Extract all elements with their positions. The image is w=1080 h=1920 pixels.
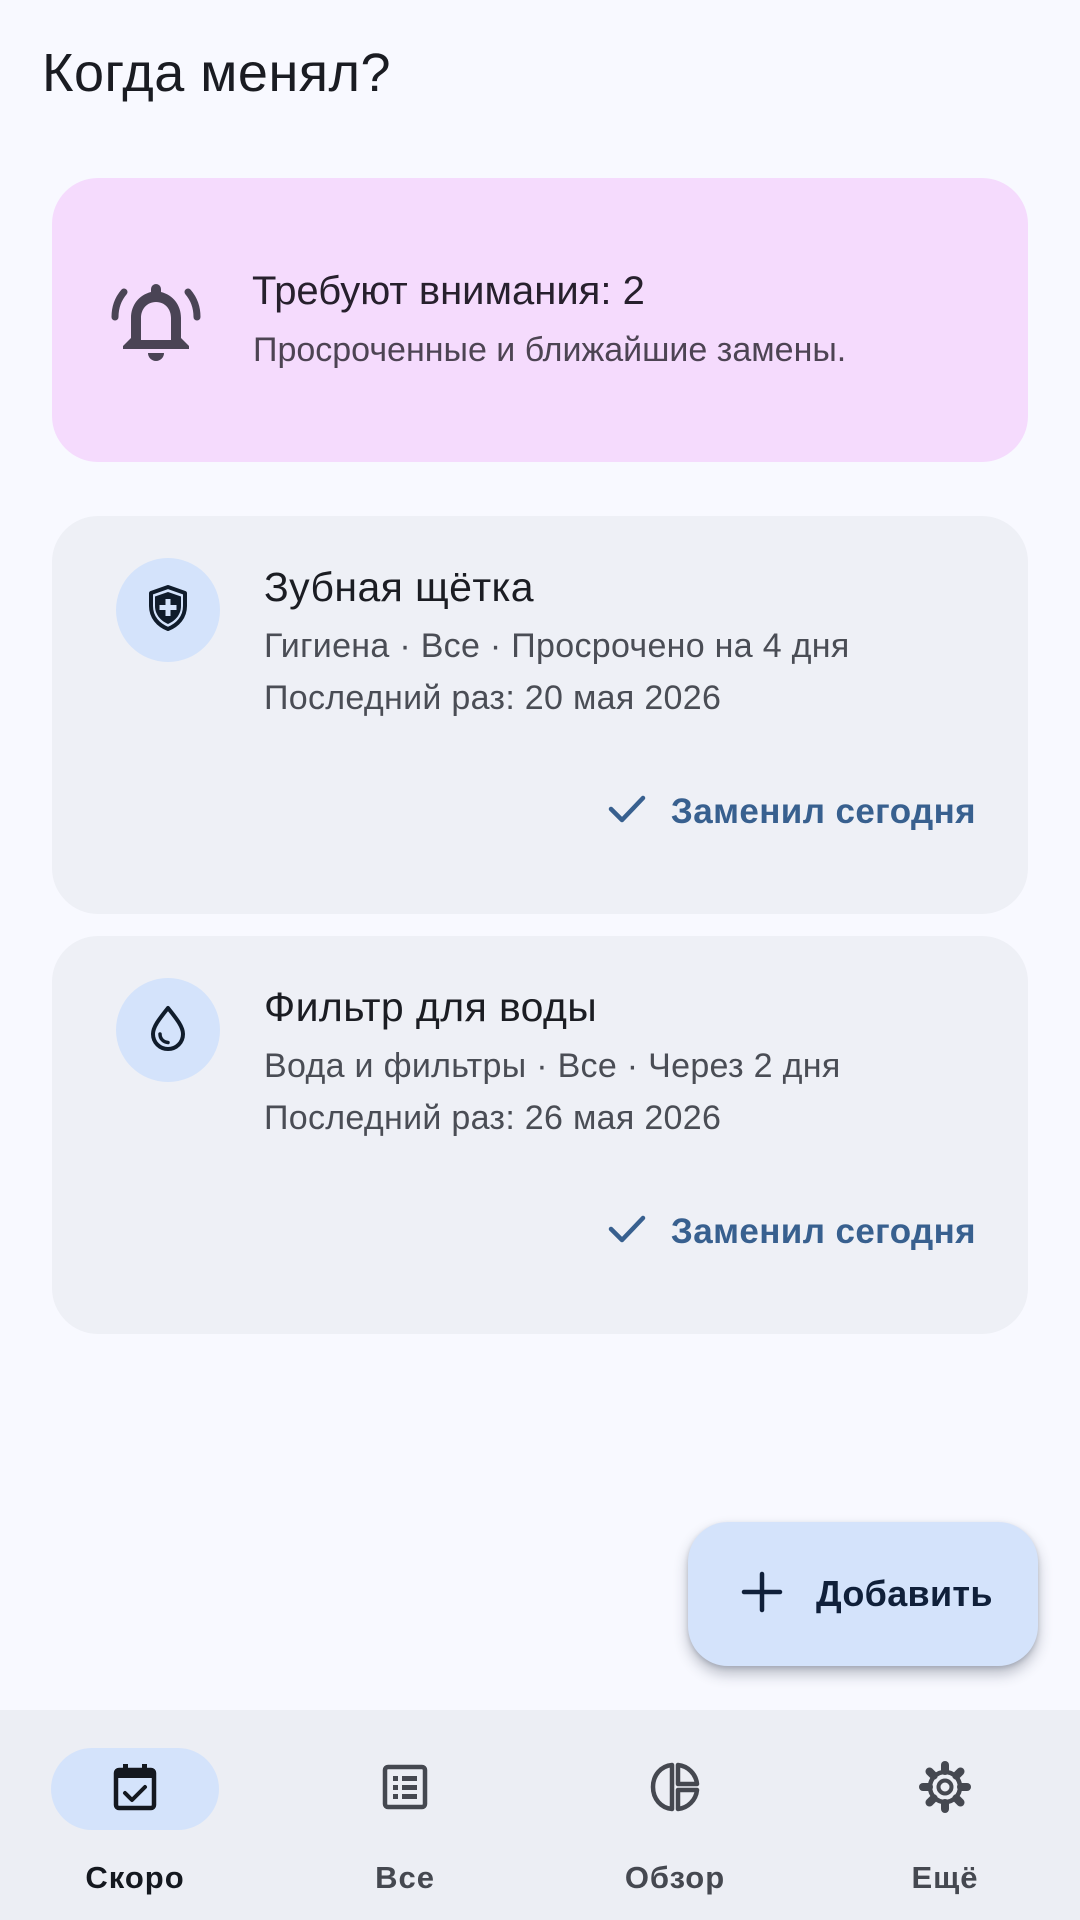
nav-label: Ещё [911, 1860, 979, 1895]
item-last-changed: Последний раз: 20 мая 2026 [264, 679, 722, 717]
list-item[interactable]: Зубная щётка Гигиена · Все · Просрочено … [52, 516, 1028, 914]
list-item[interactable]: Фильтр для воды Вода и фильтры · Все · Ч… [52, 936, 1028, 1334]
add-button-label: Добавить [816, 1573, 993, 1614]
nav-item-more[interactable]: Ещё [810, 1710, 1080, 1920]
replaced-today-label: Заменил сегодня [670, 1212, 976, 1251]
nav-label: Все [375, 1860, 435, 1895]
nav-item-soon[interactable]: Скоро [0, 1710, 270, 1920]
item-icon-badge [116, 978, 220, 1082]
replaced-today-label: Заменил сегодня [670, 792, 976, 831]
page-title: Когда менял? [42, 43, 392, 103]
nav-icon-holder [861, 1748, 1029, 1830]
nav-icon-holder [321, 1748, 489, 1830]
replaced-today-button[interactable]: Заменил сегодня [605, 784, 976, 840]
nav-item-all[interactable]: Все [270, 1710, 540, 1920]
item-meta: Гигиена · Все · Просрочено на 4 дня [264, 627, 850, 665]
nav-label: Обзор [624, 1860, 726, 1895]
check-icon [605, 786, 649, 839]
water-drop-icon [142, 1002, 194, 1059]
bottom-navigation: Скоро Все Обзор Ещё [0, 1710, 1080, 1920]
nav-label: Скоро [85, 1860, 185, 1895]
attention-banner[interactable]: Требуют внимания: 2 Просроченные и ближа… [52, 178, 1028, 462]
item-title: Фильтр для воды [264, 984, 598, 1030]
nav-icon-holder [591, 1748, 759, 1830]
nav-item-overview[interactable]: Обзор [540, 1710, 810, 1920]
nav-active-indicator [51, 1748, 219, 1830]
attention-title: Требуют внимания: 2 [252, 269, 645, 313]
replaced-today-button[interactable]: Заменил сегодня [605, 1204, 976, 1260]
bell-ring-icon [106, 270, 206, 370]
calendar-check-icon [108, 1760, 162, 1819]
check-icon [605, 1206, 649, 1259]
gear-icon [917, 1759, 973, 1820]
item-title: Зубная щётка [264, 564, 534, 610]
list-icon [378, 1760, 432, 1819]
item-icon-badge [116, 558, 220, 662]
add-button[interactable]: Добавить [688, 1522, 1038, 1666]
attention-subtitle: Просроченные и ближайшие замены. [253, 331, 847, 369]
item-meta: Вода и фильтры · Все · Через 2 дня [264, 1047, 841, 1085]
pie-chart-icon [647, 1759, 703, 1820]
item-last-changed: Последний раз: 26 мая 2026 [264, 1099, 722, 1137]
plus-icon [740, 1570, 784, 1619]
shield-plus-icon [142, 582, 194, 639]
